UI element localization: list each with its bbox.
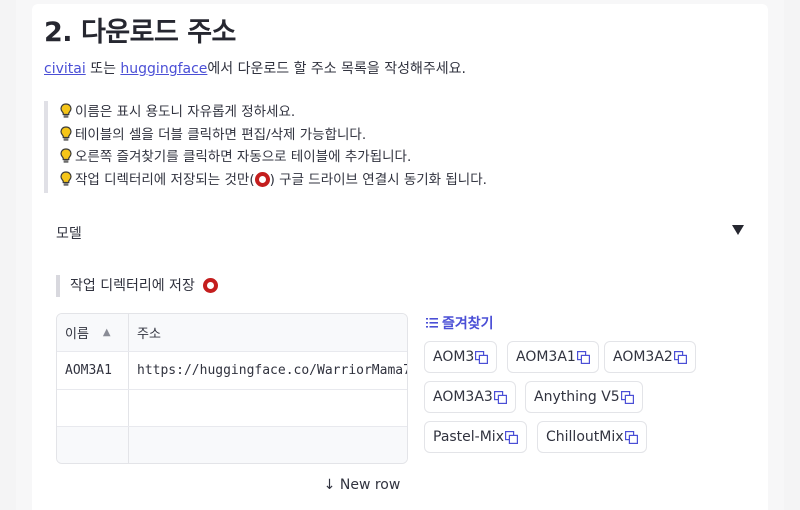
expander-label: 모델 <box>56 226 82 242</box>
table-cell-name[interactable] <box>57 427 129 463</box>
copy-link-icon <box>673 350 687 364</box>
sort-ascending-icon[interactable]: ▲ <box>103 327 111 338</box>
storage-label: 작업 디렉터리에 저장 <box>56 275 219 297</box>
tip-item: 작업 디렉터리에 저장되는 것만( ) 구글 드라이브 연결시 동기화 됩니다. <box>60 169 487 192</box>
storage-label-text: 작업 디렉터리에 저장 <box>70 278 195 294</box>
tip-item: 이름은 표시 용도니 자유롭게 정하세요. <box>60 101 487 124</box>
tip-text: 오른쪽 즐겨찾기를 클릭하면 자동으로 테이블에 추가됩니다. <box>75 149 412 165</box>
table-row[interactable] <box>57 427 407 463</box>
triangle-down-icon <box>732 225 744 235</box>
lightbulb-icon <box>60 103 72 118</box>
favorite-chip-aom3a1[interactable]: AOM3A1 <box>507 341 599 373</box>
favorites-title: 즐겨찾기 <box>442 316 494 332</box>
table-cell-url[interactable]: https://huggingface.co/WarriorMama777/Or… <box>129 352 407 389</box>
new-row-button[interactable]: ↓ New row <box>316 472 408 498</box>
favorite-chip-aom3a3[interactable]: AOM3A3 <box>424 381 516 413</box>
lightbulb-icon <box>60 170 72 186</box>
copy-link-icon <box>620 390 634 404</box>
tip-text: 이름은 표시 용도니 자유롭게 정하세요. <box>75 104 296 120</box>
copy-link-icon <box>493 390 507 404</box>
favorite-chip-anything-v5[interactable]: Anything V5 <box>525 381 643 413</box>
tips-blockquote: 이름은 표시 용도니 자유롭게 정하세요. 테이블의 셀을 더블 클릭하면 편집… <box>44 101 487 193</box>
tip-text-after: ) 구글 드라이브 연결시 동기화 됩니다. <box>269 171 487 188</box>
table-row[interactable] <box>57 390 407 427</box>
civitai-link[interactable]: civitai <box>44 61 86 77</box>
table-cell-name[interactable] <box>57 390 129 426</box>
favorites-heading: 즐겨찾기 <box>426 313 494 333</box>
section-title: 2. 다운로드 주소 <box>44 17 236 48</box>
huggingface-link[interactable]: huggingface <box>120 61 207 77</box>
favorite-chip-chilloutmix[interactable]: ChilloutMix <box>537 421 647 453</box>
intro-connector: 또는 <box>85 61 121 77</box>
download-table[interactable]: 이름 ▲ 주소 AOM3A1 https://huggingface.co/Wa… <box>56 313 408 464</box>
tip-item: 테이블의 셀을 더블 클릭하면 편집/삭제 가능합니다. <box>60 124 487 147</box>
intro-tail: 에서 다운로드 할 주소 목록을 작성해주세요. <box>207 61 466 77</box>
list-icon <box>426 318 438 328</box>
column-header-url[interactable]: 주소 <box>129 314 407 351</box>
favorite-chip-aom3a2[interactable]: AOM3A2 <box>604 341 696 373</box>
intro-text: civitai 또는 huggingface에서 다운로드 할 주소 목록을 작… <box>44 58 466 78</box>
target-icon <box>254 171 270 187</box>
copy-link-icon <box>475 350 489 364</box>
favorite-chip-pastel-mix[interactable]: Pastel-Mix <box>424 421 527 453</box>
table-cell-url[interactable] <box>129 390 407 426</box>
lightbulb-icon <box>60 125 72 141</box>
copy-link-icon <box>576 350 590 364</box>
column-header-name[interactable]: 이름 ▲ <box>57 314 129 351</box>
copy-link-icon <box>624 430 638 444</box>
tip-text: 테이블의 셀을 더블 클릭하면 편집/삭제 가능합니다. <box>75 126 367 143</box>
copy-link-icon <box>504 430 518 444</box>
lightbulb-icon <box>60 148 72 163</box>
tip-text-before: 작업 디렉터리에 저장되는 것만( <box>75 171 255 188</box>
table-header-row: 이름 ▲ 주소 <box>57 314 407 352</box>
model-expander[interactable]: 모델 <box>44 213 760 253</box>
table-cell-name[interactable]: AOM3A1 <box>57 352 129 389</box>
target-icon <box>203 278 219 293</box>
table-row[interactable]: AOM3A1 https://huggingface.co/WarriorMam… <box>57 352 407 390</box>
favorite-chip-aom3[interactable]: AOM3 <box>424 341 498 373</box>
table-cell-url[interactable] <box>129 427 407 463</box>
tip-item: 오른쪽 즐겨찾기를 클릭하면 자동으로 테이블에 추가됩니다. <box>60 146 487 169</box>
